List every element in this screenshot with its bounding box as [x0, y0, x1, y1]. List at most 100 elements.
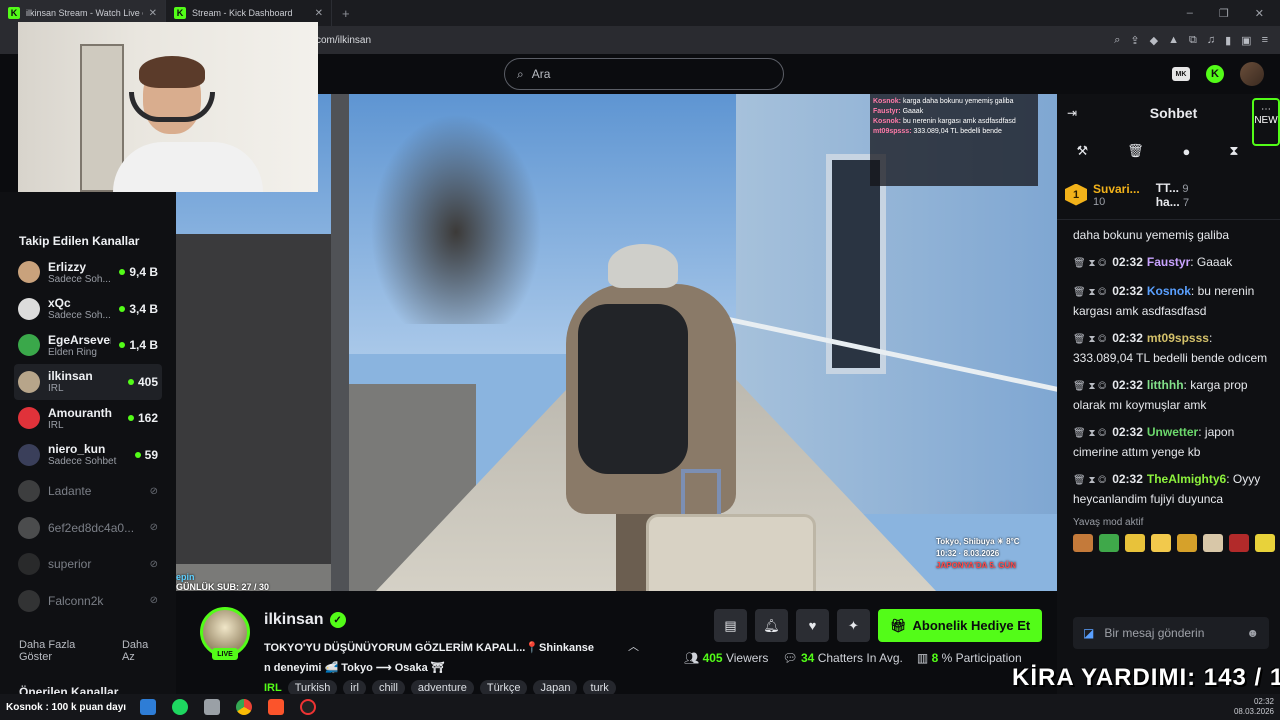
sidebar-channel[interactable]: Erlizzy Sadece Soh... 9,4 B	[14, 254, 162, 291]
chat-message[interactable]: 🗑︎ ⧗ ◎ 02:32 mt09spsss: 333.089,04 TL bede…	[1073, 329, 1270, 367]
message-separator: :	[1208, 331, 1213, 345]
sidebar-toggle-icon[interactable]: ▮	[1225, 34, 1231, 47]
emote-icon[interactable]	[1203, 534, 1223, 552]
system-clock[interactable]: 02:32 08.03.2026	[1234, 697, 1280, 717]
viewer-count: 162	[127, 411, 158, 426]
rewards-icon[interactable]: ▲	[1168, 34, 1179, 47]
sidebar-channel[interactable]: EgeArseven Elden Ring 1,4 B	[14, 327, 162, 364]
chevron-up-icon[interactable]: ︿	[628, 638, 639, 654]
overlay-chat-user: mt09spsss:	[873, 128, 912, 135]
obs-icon[interactable]	[300, 699, 317, 715]
share-icon[interactable]: ⇪	[1130, 34, 1139, 47]
show-less-link[interactable]: Daha Az	[122, 639, 162, 663]
live-dot-icon	[127, 415, 134, 422]
wallet-icon[interactable]: ▣	[1241, 34, 1251, 47]
emoji-icon[interactable]: ☻	[1246, 626, 1259, 640]
emote-icon[interactable]	[1125, 534, 1145, 552]
viewer-count: 59	[134, 448, 158, 462]
message-separator: :	[1190, 284, 1198, 298]
hourglass-icon[interactable]: ⧗	[1229, 143, 1238, 159]
spotify-icon[interactable]	[172, 699, 189, 715]
chat-message[interactable]: 🗑︎ ⧗ ◎ 02:32 Kosnok: bu nerenin kargası am…	[1073, 282, 1270, 320]
message-mod-icons[interactable]: 🗑︎ ⧗ ◎	[1073, 287, 1106, 298]
sub-brand: epin	[176, 572, 195, 582]
calculator-icon[interactable]	[204, 699, 221, 715]
chat-message[interactable]: daha bokunu yememiş galiba	[1073, 226, 1270, 244]
media-icon[interactable]: ♫	[1207, 34, 1215, 47]
gift-subscription-button[interactable]: 🎁︎ Abonelik Hediye Et	[878, 609, 1043, 642]
user-avatar[interactable]	[1240, 62, 1264, 86]
chat-message[interactable]: 🗑︎ ⧗ ◎ 02:32 TheAlmighty6: Oyyy heycanland…	[1073, 470, 1270, 508]
message-mod-icons[interactable]: 🗑︎ ⧗ ◎	[1073, 428, 1106, 439]
sidebar-channel[interactable]: Ladante ⊘	[14, 473, 162, 510]
channel-name: ilkinsan	[48, 369, 93, 384]
message-username[interactable]: Faustyr	[1147, 255, 1190, 269]
leader-2[interactable]: TT... 9 ha... 7	[1156, 181, 1189, 209]
brave-shield-icon[interactable]: ◆	[1150, 34, 1158, 47]
sidebar-channel[interactable]: 6ef2ed8dc4a0... ⊘	[14, 510, 162, 547]
message-mod-icons[interactable]: 🗑︎ ⧗ ◎	[1073, 381, 1106, 392]
emote-bar	[1057, 534, 1280, 552]
chat-message[interactable]: 🗑︎ ⧗ ◎ 02:32 Faustyr: Gaaak	[1073, 253, 1270, 273]
follow-heart-button[interactable]: ♥	[796, 609, 829, 642]
sidebar-channel[interactable]: xQc Sadece Soh... 3,4 B	[14, 291, 162, 328]
live-dot-icon	[119, 342, 126, 349]
message-username[interactable]: litthhh	[1147, 378, 1184, 392]
hammer-icon[interactable]: ⚒	[1076, 143, 1088, 159]
message-username[interactable]: Unwetter	[1147, 425, 1198, 439]
message-username[interactable]: Kosnok	[1147, 284, 1191, 298]
sidebar-channel[interactable]: ilkinsan IRL 405	[14, 363, 162, 400]
chat-badge-icon[interactable]: ◪	[1083, 626, 1094, 640]
search-input[interactable]: ⌕ Ara	[504, 58, 784, 90]
category-link[interactable]: IRL	[264, 682, 282, 694]
extensions-icon[interactable]: ⧉	[1189, 34, 1197, 47]
brave-icon[interactable]	[268, 699, 285, 715]
chat-message[interactable]: 🗑︎ ⧗ ◎ 02:32 Unwetter: japon cimerine attı…	[1073, 423, 1270, 461]
emote-icon[interactable]	[1073, 534, 1093, 552]
message-username[interactable]: TheAlmighty6	[1147, 472, 1226, 486]
zoom-icon[interactable]: ⌕	[1114, 34, 1120, 47]
emote-icon[interactable]	[1255, 534, 1275, 552]
close-window-icon[interactable]: ✕	[1255, 7, 1264, 20]
url-text[interactable]: com/ilkinsan	[316, 35, 371, 46]
emote-icon[interactable]	[1099, 534, 1119, 552]
channel-meta: 6ef2ed8dc4a0...	[48, 521, 142, 535]
sparkle-button[interactable]: ✦	[837, 609, 870, 642]
close-tab-icon[interactable]: ✕	[315, 8, 323, 19]
message-mod-icons[interactable]: 🗑︎ ⧗ ◎	[1073, 334, 1106, 345]
chat-input[interactable]: ◪ Bir mesaj gönderin ☻	[1073, 617, 1269, 649]
close-tab-icon[interactable]: ✕	[149, 8, 157, 19]
chat-bubble-icon[interactable]: ●	[1183, 144, 1191, 159]
sidebar-channel[interactable]: Falconn2k ⊘	[14, 583, 162, 620]
emote-icon[interactable]	[1151, 534, 1171, 552]
message-mod-icons[interactable]: 🗑︎ ⧗ ◎	[1073, 258, 1106, 269]
chat-message[interactable]: 🗑︎ ⧗ ◎ 02:32 litthhh: karga prop olarak mı…	[1073, 376, 1270, 414]
emote-icon[interactable]	[1177, 534, 1197, 552]
sidebar-channel[interactable]: Amouranth IRL 162	[14, 400, 162, 437]
sidebar-channel[interactable]: superior ⊘	[14, 546, 162, 583]
message-mod-icons[interactable]: 🗑︎ ⧗ ◎	[1073, 475, 1106, 486]
participation-value: 8	[931, 651, 939, 665]
message-username[interactable]: mt09spsss	[1147, 331, 1209, 345]
chat-more-button[interactable]: ⋯ NEW	[1252, 98, 1280, 146]
leader-1[interactable]: Suvari... 10	[1093, 182, 1140, 208]
emote-icon[interactable]	[1229, 534, 1249, 552]
streamer-name[interactable]: ilkinsan	[264, 611, 324, 629]
sidebar-channel[interactable]: niero_kun Sadece Sohbet 59	[14, 437, 162, 474]
trash-icon[interactable]: 🗑︎	[1127, 143, 1144, 159]
viewer-count-text: 162	[137, 411, 158, 426]
notification-bell-button[interactable]: 🔔︎	[755, 609, 788, 642]
collapse-chat-icon[interactable]: ⇥	[1067, 106, 1077, 120]
maximize-icon[interactable]: ❐	[1219, 7, 1229, 20]
mail-app-icon[interactable]	[140, 699, 157, 715]
menu-icon[interactable]: ≡	[1262, 34, 1268, 47]
new-tab-button[interactable]: +	[332, 6, 360, 21]
kick-logo-icon[interactable]: K	[1206, 65, 1224, 83]
stream-stats: 👥︎ 405 Viewers 💬︎ 34 Chatters In Avg. ▥ …	[684, 651, 1022, 665]
overlay-chat-user: Faustyr:	[873, 108, 901, 115]
notes-button[interactable]: ▤	[714, 609, 747, 642]
minimize-icon[interactable]: –	[1187, 7, 1193, 20]
mk-badge-icon[interactable]: MK	[1172, 67, 1190, 81]
chrome-icon[interactable]	[236, 699, 253, 715]
show-more-link[interactable]: Daha Fazla Göster	[19, 639, 108, 663]
